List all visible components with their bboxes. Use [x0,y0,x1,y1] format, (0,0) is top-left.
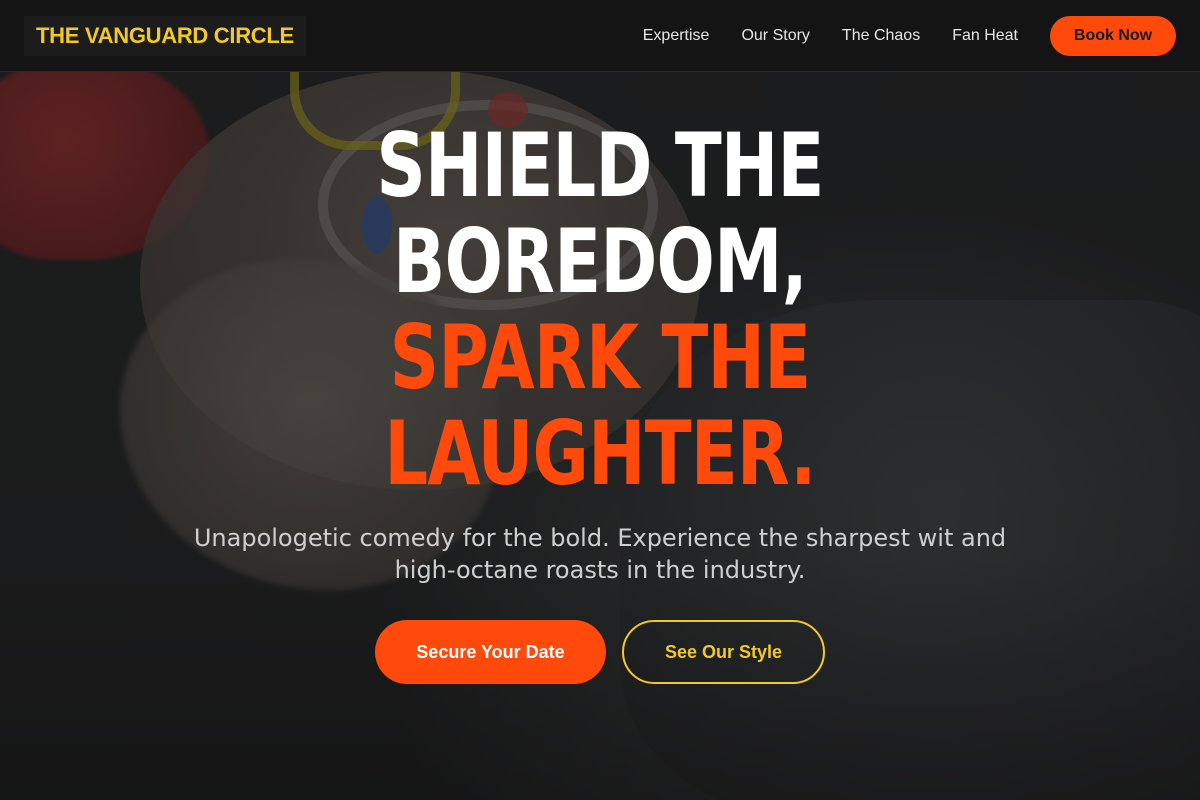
nav-link-the-chaos[interactable]: The Chaos [842,27,920,45]
brand-name: THE VANGUARD CIRCLE [36,22,294,48]
brand-logo[interactable]: THE VANGUARD CIRCLE [24,15,306,56]
hero-subtitle: Unapologetic comedy for the bold. Experi… [193,524,1007,584]
headline-line-4: LAUGHTER. [384,402,816,505]
nav-link-expertise[interactable]: Expertise [643,27,710,45]
hero-cta-row: Secure Your Date See Our Style [0,620,1200,684]
nav-link-fan-heat[interactable]: Fan Heat [952,27,1018,45]
nav-links: Expertise Our Story The Chaos Fan Heat B… [643,15,1176,56]
headline-line-1: SHIELD THE [376,114,824,217]
headline-line-2: BOREDOM, [393,210,808,313]
book-now-button[interactable]: Book Now [1050,15,1176,56]
nav-link-our-story[interactable]: Our Story [741,27,809,45]
see-our-style-button[interactable]: See Our Style [622,620,825,684]
navbar: THE VANGUARD CIRCLE Expertise Our Story … [0,0,1200,72]
secure-your-date-button[interactable]: Secure Your Date [375,620,606,684]
hero-section: SHIELD THE BOREDOM, SPARK THE LAUGHTER. … [0,118,1200,684]
hero-headline: SHIELD THE BOREDOM, SPARK THE LAUGHTER. [132,118,1068,502]
headline-line-3: SPARK THE [389,306,811,409]
